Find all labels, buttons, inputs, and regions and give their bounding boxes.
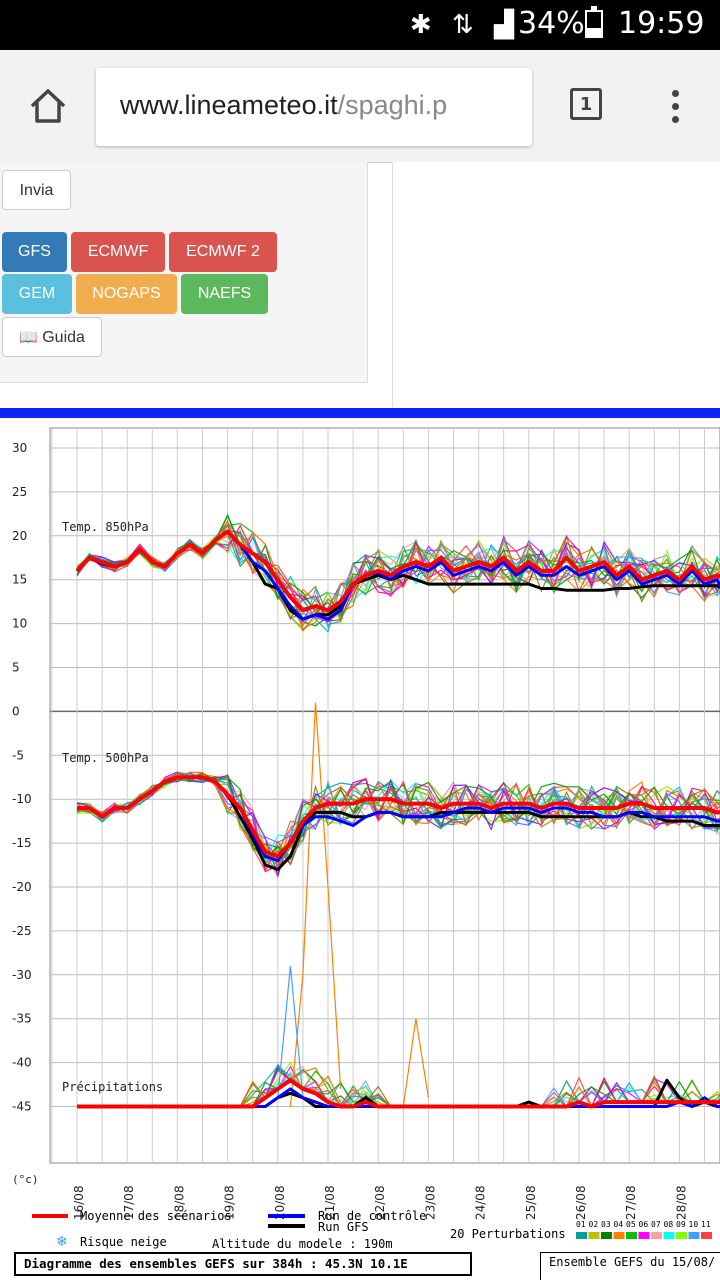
model-button-ecmwf[interactable]: ECMWF — [71, 232, 165, 272]
book-icon: 📖 — [19, 329, 38, 346]
separator-bar — [0, 408, 720, 418]
x-tick-label: 28/08 — [674, 1185, 688, 1220]
y-tick-label: -30 — [12, 968, 32, 982]
signal-icons: ✱ ⇅ ▟ — [409, 10, 520, 40]
perturbation-number: 09 — [676, 1220, 686, 1229]
x-tick-label: 26/08 — [574, 1185, 588, 1220]
legend-label-altitude: Altitude du modele : 190m — [212, 1237, 393, 1251]
perturbation-number: 01 — [576, 1220, 586, 1229]
perturbation-number: 03 — [601, 1220, 611, 1229]
url-domain: www.lineameteo.it — [120, 90, 338, 120]
y-tick-label: 10 — [12, 617, 27, 631]
tab-switcher-button[interactable]: 1 — [570, 88, 602, 120]
y-tick-label: -5 — [12, 748, 24, 762]
browser-toolbar: www.lineameteo.it/spaghi.p 1 — [0, 50, 720, 163]
perturbation-swatch — [588, 1232, 600, 1239]
submit-button[interactable]: Invia — [2, 170, 71, 210]
battery-icon — [585, 6, 603, 38]
perturbation-swatch — [626, 1232, 637, 1239]
x-tick-label: 24/08 — [474, 1185, 488, 1220]
model-button-ecmwf-2[interactable]: ECMWF 2 — [169, 232, 277, 272]
perturbation-swatch — [651, 1232, 662, 1239]
perturbation-swatch — [638, 1232, 650, 1239]
perturbation-number: 11 — [701, 1220, 711, 1229]
x-tick-label: 27/08 — [624, 1185, 638, 1220]
panel-label: Précipitations — [62, 1080, 163, 1094]
legend-label-perturbations: 20 Perturbations — [450, 1227, 566, 1241]
perturbation-number: 08 — [664, 1220, 674, 1229]
url-field[interactable]: www.lineameteo.it/spaghi.p — [96, 68, 532, 146]
model-button-gfs[interactable]: GFS — [2, 232, 67, 272]
clock: 19:59 — [618, 6, 705, 41]
perturbation-swatch — [701, 1232, 712, 1239]
legend-label-gfs: Run GFS — [318, 1220, 369, 1234]
ensemble-chart: 30 25 20 15 10 5 0 -5 -10 -15 -20 -25 -30 -35 -40 -45 (°… — [12, 427, 720, 1251]
battery-percent: 34% — [518, 6, 585, 41]
y-tick-label: -10 — [12, 792, 32, 806]
chart-caption: Diagramme des ensembles GEFS sur 384h : … — [14, 1252, 472, 1276]
y-tick-label: 15 — [12, 573, 27, 587]
y-tick-label: -20 — [12, 880, 32, 894]
perturbation-number: 05 — [626, 1220, 636, 1229]
home-icon[interactable] — [28, 86, 68, 126]
perturbation-number: 10 — [689, 1220, 699, 1229]
snowflake-icon: ❄ — [56, 1234, 68, 1250]
y-tick-label: -35 — [12, 1012, 32, 1026]
y-tick-labels: 30 25 20 15 10 5 0 -5 -10 -15 -20 -25 -30 -35 -40 -45 (°… — [12, 441, 39, 1186]
perturbation-swatch — [688, 1232, 700, 1239]
x-tick-label: 25/08 — [524, 1185, 538, 1220]
perturbation-swatch — [613, 1232, 625, 1239]
y-tick-label: -40 — [12, 1056, 32, 1070]
legend-label-mean: Moyenne des scénarios — [80, 1209, 232, 1223]
perturbation-swatch — [676, 1232, 687, 1239]
perturbation-number: 04 — [614, 1220, 624, 1229]
perturbation-number: 07 — [651, 1220, 661, 1229]
y-tick-label: -45 — [12, 1100, 32, 1114]
right-panel — [392, 162, 720, 407]
perturbation-swatch — [663, 1232, 675, 1239]
perturbation-number: 02 — [589, 1220, 599, 1229]
model-button-gem[interactable]: GEM — [2, 274, 72, 314]
model-button-nogaps[interactable]: NOGAPS — [76, 274, 177, 314]
y-tick-label: 5 — [12, 661, 20, 675]
y-tick-label: 0 — [12, 704, 20, 718]
overflow-menu-icon[interactable] — [665, 86, 685, 130]
model-button-naefs[interactable]: NAEFS — [181, 274, 268, 314]
y-tick-label: 30 — [12, 441, 27, 455]
perturbation-swatch — [601, 1232, 612, 1239]
guide-button[interactable]: 📖 Guida — [2, 317, 102, 357]
panel-label: Temp. 850hPa — [62, 520, 149, 534]
y-tick-label: 20 — [12, 529, 27, 543]
status-bar: ✱ ⇅ ▟ 34% 19:59 — [0, 0, 720, 50]
y-tick-label: -25 — [12, 924, 32, 938]
chart-legend: Moyenne des scénarios Run de contrôleRun … — [32, 1209, 712, 1251]
url-path: /spaghi.p — [337, 90, 448, 120]
perturbation-number: 06 — [639, 1220, 649, 1229]
y-tick-label: 25 — [12, 485, 27, 499]
perturbation-swatch — [576, 1232, 587, 1239]
y-tick-label: -15 — [12, 836, 32, 850]
legend-label-snow: Risque neige — [80, 1235, 167, 1249]
panel-label: Temp. 500hPa — [62, 751, 149, 765]
chart-caption-right: Ensemble GEFS du 15/08/ — [540, 1252, 720, 1280]
y-unit-label: (°c) — [12, 1173, 39, 1186]
guide-label: Guida — [42, 329, 85, 346]
